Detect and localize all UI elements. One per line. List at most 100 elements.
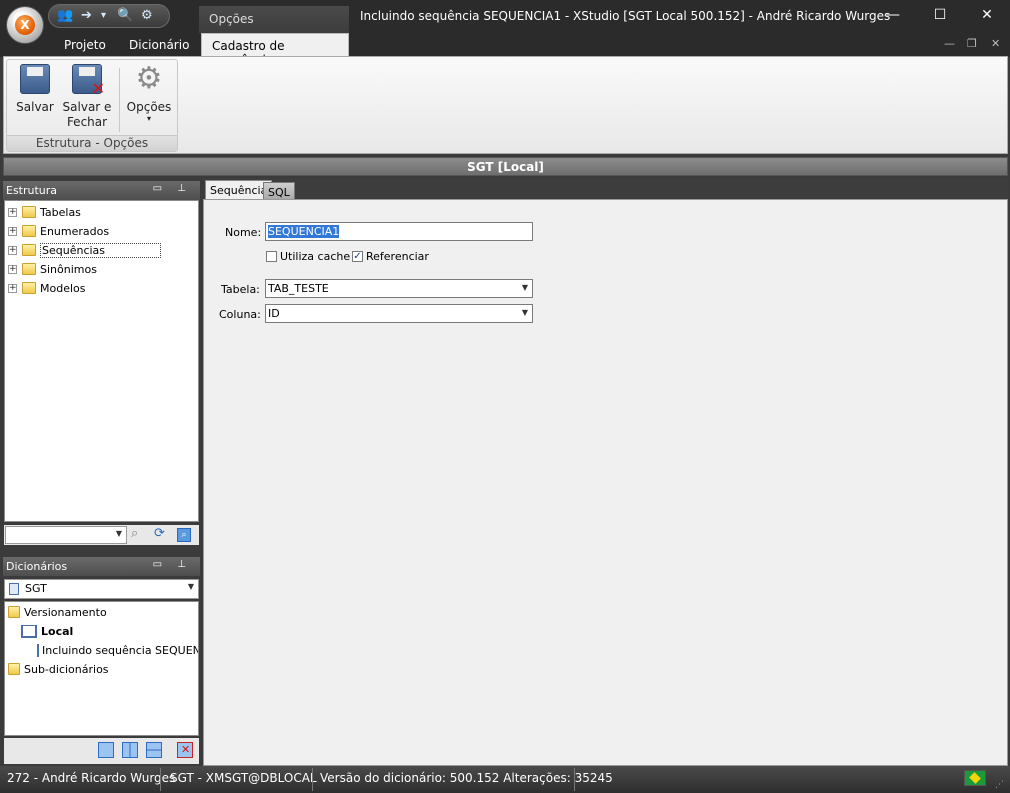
context-tab-group: Opções: [199, 6, 349, 33]
expand-icon[interactable]: +: [8, 207, 17, 217]
dicionario-select[interactable]: SGT ▼: [4, 579, 199, 599]
chevron-down-icon[interactable]: ▼: [116, 529, 122, 538]
tree-item-label: Sub-dicionários: [24, 662, 109, 676]
salvar-fechar-label-2: Fechar: [66, 115, 108, 129]
estrutura-search-input[interactable]: ▼: [5, 526, 127, 544]
ribbon-group-estrutura-opcoes: Salvar ✕ Salvar e Fechar ⚙ Opções ▾ Estr…: [6, 59, 178, 152]
expand-icon[interactable]: +: [8, 264, 17, 274]
refresh-icon[interactable]: ⟳: [154, 526, 165, 541]
brazil-flag-icon[interactable]: [964, 770, 986, 786]
quick-access-toolbar: 👥 ➔ ▾ 🔍 ⚙: [48, 4, 170, 28]
status-version: Versão do dicionário: 500.152 Alterações…: [320, 771, 613, 785]
mdi-minimize-icon[interactable]: —: [944, 37, 955, 50]
window-title: Incluindo sequência SEQUENCIA1 - XStudio…: [360, 9, 891, 23]
folder-open-icon: [8, 663, 20, 675]
folder-icon: [22, 263, 36, 275]
resize-grip-icon[interactable]: ⋰: [995, 780, 1007, 792]
status-divider: [574, 768, 575, 791]
coluna-label: Coluna:: [219, 308, 261, 321]
mdi-restore-icon[interactable]: ❐: [967, 37, 977, 50]
dicionarios-toolbar: ✕: [4, 738, 199, 764]
salvar-fechar-button[interactable]: ✕ Salvar e Fechar: [61, 64, 113, 130]
tree-item-label: Enumerados: [40, 224, 110, 238]
tree-item-versionamento[interactable]: Versionamento: [8, 603, 107, 621]
tile-vertical-icon[interactable]: [122, 742, 138, 758]
nome-label: Nome:: [225, 226, 262, 239]
dicionarios-tree: Versionamento Local Incluindo sequência …: [4, 601, 199, 736]
tile-horizontal-icon[interactable]: [146, 742, 162, 758]
tabela-value: TAB_TESTE: [268, 282, 329, 295]
utiliza-cache-checkbox[interactable]: Utiliza cache: [266, 250, 350, 263]
tab-sql[interactable]: SQL: [263, 182, 295, 200]
tree-item-label: Sinônimos: [40, 262, 97, 276]
folder-icon: [22, 244, 36, 256]
utiliza-cache-label: Utiliza cache: [280, 250, 351, 263]
tab-dicionario[interactable]: Dicionário: [129, 38, 189, 52]
salvar-fechar-label-1: Salvar e: [62, 100, 112, 114]
book-icon: [21, 624, 37, 638]
estrutura-tree: + Tabelas + Enumerados + Sequências + Si…: [4, 200, 199, 522]
status-divider: [312, 768, 313, 791]
tab-cadastro-sequencias[interactable]: Cadastro de sequências: [201, 33, 349, 67]
status-divider: [160, 768, 161, 791]
tree-item-sinonimos[interactable]: + Sinônimos: [8, 260, 97, 278]
search-icon[interactable]: ⌕: [131, 526, 138, 541]
xstudio-logo-icon: X: [15, 15, 35, 35]
chevron-down-icon: ▾: [146, 114, 151, 123]
nome-value: SEQUENCIA1: [268, 225, 340, 238]
form-icon: [37, 643, 39, 657]
tree-item-label: Incluindo sequência SEQUENCIA1: [42, 643, 198, 657]
gear-icon[interactable]: ⚙: [141, 8, 153, 23]
dicionario-selected-value: SGT: [25, 582, 47, 595]
close-button[interactable]: ✕: [972, 4, 1002, 26]
tree-item-modelos[interactable]: + Modelos: [8, 279, 86, 297]
export-icon[interactable]: ➔: [81, 8, 92, 23]
panel-buttons[interactable]: ▭ ⊥: [153, 183, 192, 194]
expand-icon[interactable]: +: [8, 245, 17, 255]
tree-item-tabelas[interactable]: + Tabelas: [8, 203, 81, 221]
coluna-select[interactable]: ID ▼: [265, 304, 533, 323]
tabela-label: Tabela:: [221, 283, 260, 296]
checkbox-box[interactable]: [266, 251, 277, 262]
chevron-down-icon[interactable]: ▼: [522, 283, 528, 292]
salvar-label: Salvar: [16, 100, 54, 114]
chevron-down-icon[interactable]: ▼: [188, 582, 194, 591]
application-menu-button[interactable]: X: [6, 6, 44, 44]
checkbox-box-checked[interactable]: ✓: [352, 251, 363, 262]
opcoes-button[interactable]: ⚙ Opções ▾: [125, 64, 173, 123]
tree-item-enumerados[interactable]: + Enumerados: [8, 222, 109, 240]
server-strip: SGT [Local]: [3, 157, 1008, 176]
cascade-windows-icon[interactable]: [98, 742, 114, 758]
chevron-down-icon[interactable]: ▼: [522, 308, 528, 317]
estrutura-panel-header: Estrutura ▭ ⊥: [3, 181, 200, 200]
book-icon: [9, 583, 19, 595]
mdi-close-icon[interactable]: ✕: [991, 37, 1000, 50]
find-icon[interactable]: ⌕: [177, 528, 191, 542]
ribbon-tabs: Projeto Dicionário Cadastro de sequência…: [0, 33, 1010, 67]
tree-item-label: Local: [41, 624, 74, 638]
minimize-button[interactable]: —: [878, 4, 908, 26]
dicionarios-title: Dicionários: [6, 560, 68, 573]
tree-item-sequencias[interactable]: + Sequências: [8, 241, 162, 259]
close-all-windows-icon[interactable]: ✕: [177, 742, 193, 758]
search-icon[interactable]: 🔍: [117, 8, 133, 23]
expand-icon[interactable]: +: [8, 283, 17, 293]
tabela-select[interactable]: TAB_TESTE ▼: [265, 279, 533, 298]
salvar-button[interactable]: Salvar: [13, 64, 57, 115]
save-close-icon: ✕: [72, 64, 105, 97]
maximize-button[interactable]: ☐: [925, 4, 955, 26]
panel-buttons[interactable]: ▭ ⊥: [153, 559, 192, 570]
status-user: 272 - André Ricardo Wurges: [7, 771, 176, 785]
referenciar-checkbox[interactable]: ✓ Referenciar: [352, 250, 429, 263]
tab-projeto[interactable]: Projeto: [64, 38, 106, 52]
expand-icon[interactable]: +: [8, 226, 17, 236]
tree-item-subdicionarios[interactable]: Sub-dicionários: [8, 660, 109, 678]
users-icon[interactable]: 👥: [57, 8, 73, 23]
ribbon-separator: [119, 68, 120, 132]
tree-item-label: Sequências: [40, 242, 162, 258]
estrutura-search-row: ▼ ⌕ ⟳ ⌕: [4, 525, 199, 545]
nome-input[interactable]: SEQUENCIA1: [265, 222, 533, 241]
tree-item-incluindo[interactable]: Incluindo sequência SEQUENCIA1: [37, 641, 198, 659]
tree-item-local[interactable]: Local: [21, 622, 73, 640]
dropdown-icon[interactable]: ▾: [101, 10, 106, 21]
